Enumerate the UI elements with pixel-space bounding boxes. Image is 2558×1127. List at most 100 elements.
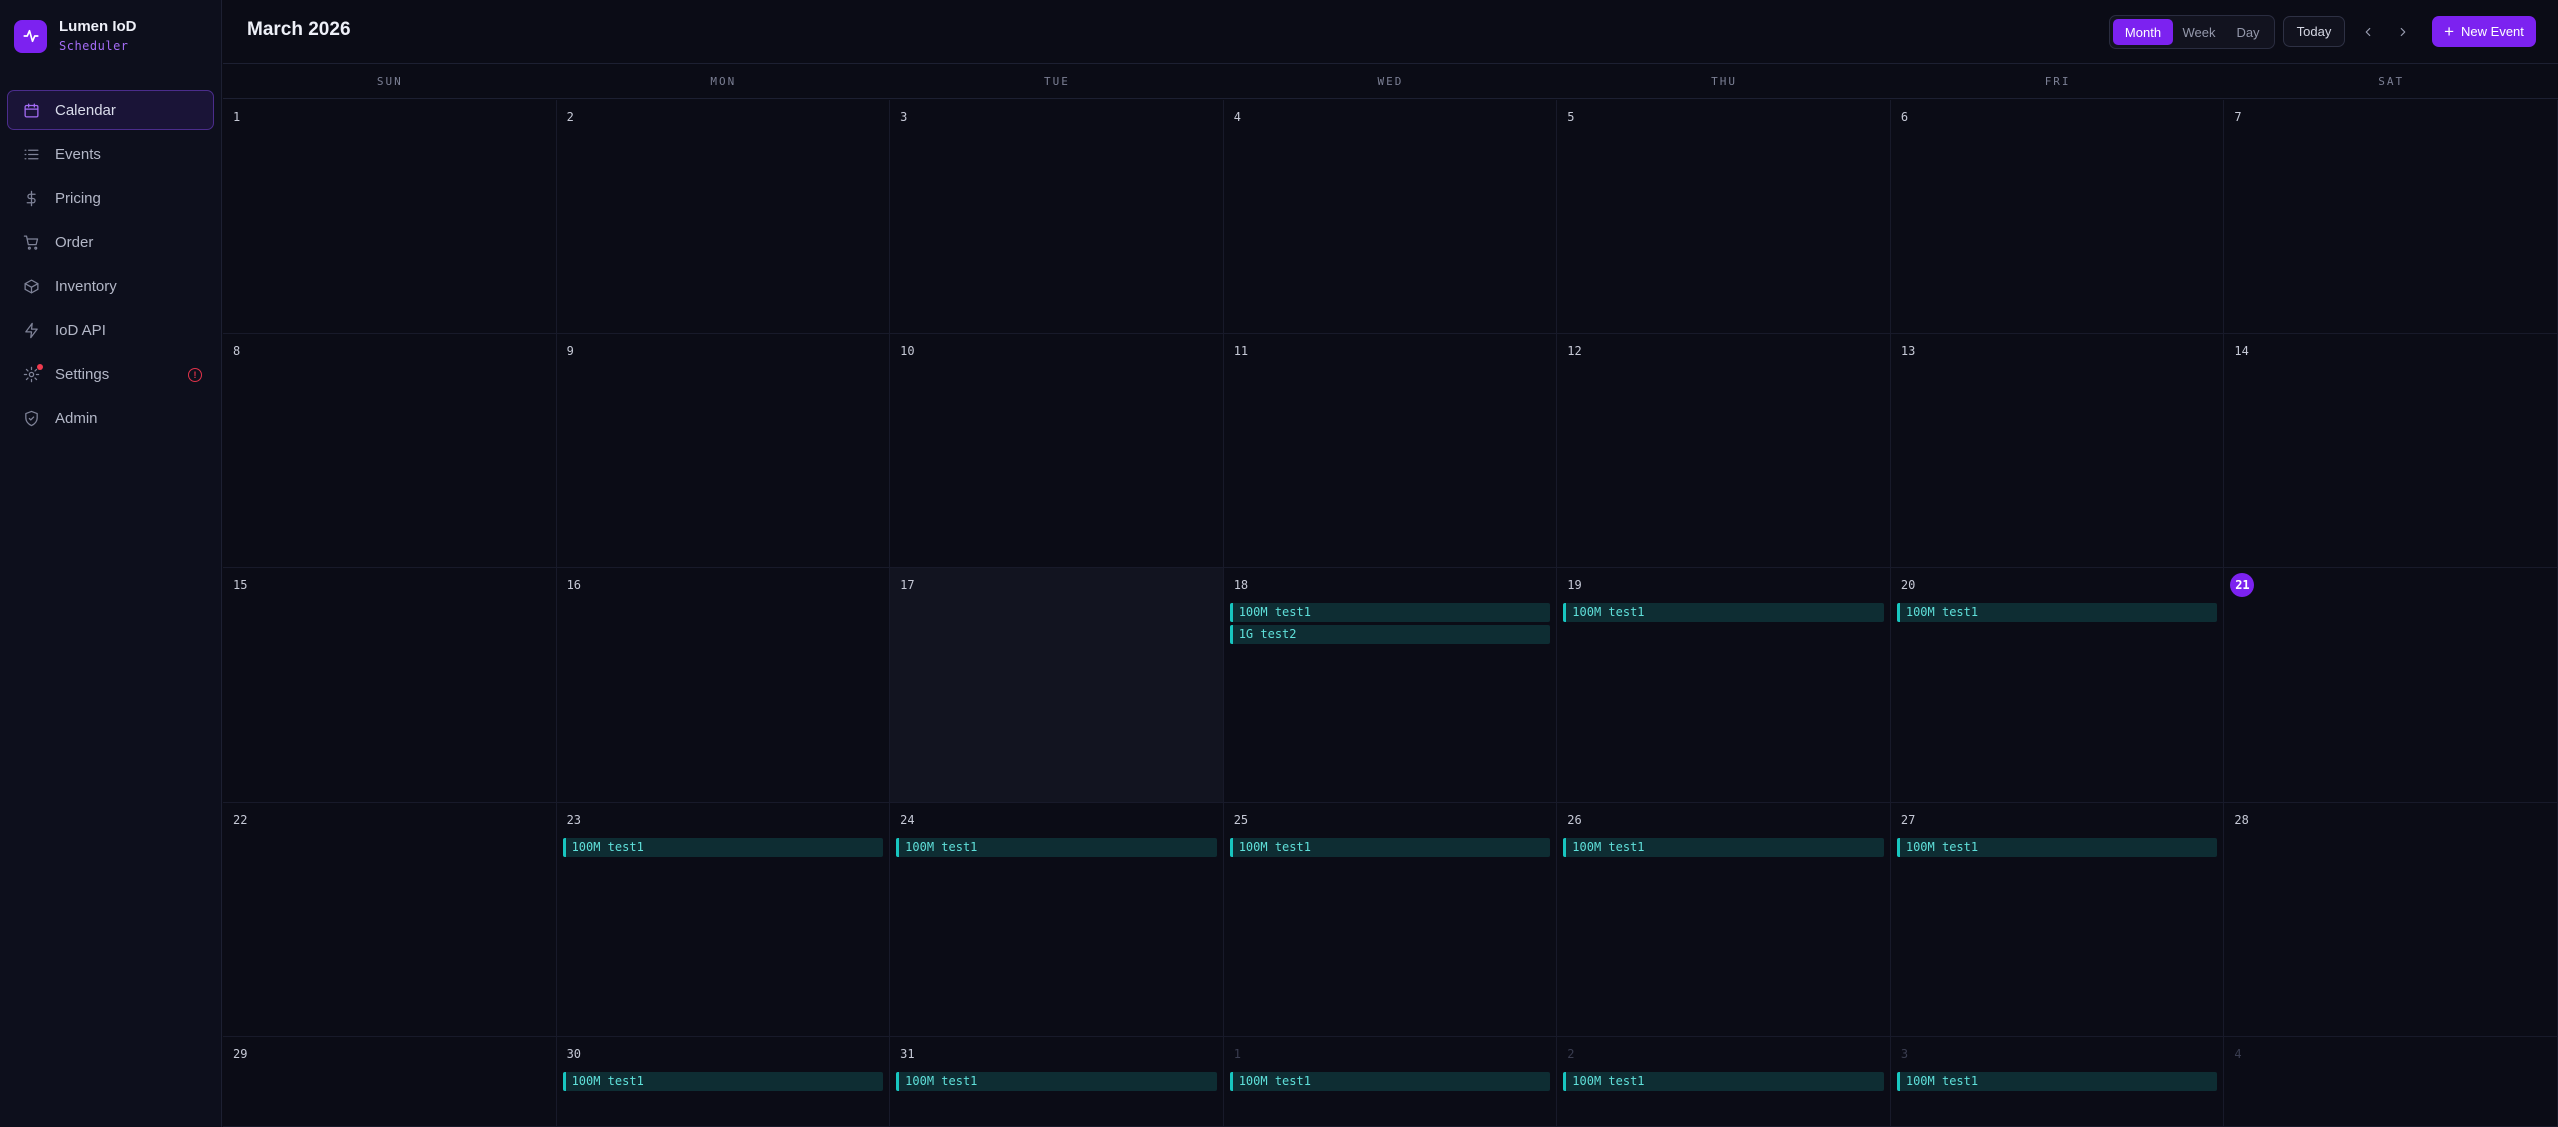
sidebar-item-iod-api[interactable]: IoD API (7, 310, 214, 350)
plus-icon: + (2444, 22, 2455, 41)
sidebar-item-pricing[interactable]: Pricing (7, 178, 214, 218)
day-cell[interactable]: 12 (1557, 334, 1891, 568)
day-cell[interactable]: 22 (223, 803, 557, 1037)
weekday-label: MON (710, 75, 737, 88)
event-chip[interactable]: 100M test1 (1229, 603, 1551, 622)
view-week-button[interactable]: Week (2173, 19, 2225, 45)
event-chip[interactable]: 100M test1 (1229, 1072, 1551, 1091)
day-number: 28 (2234, 813, 2249, 827)
day-cell[interactable]: 3 100M test1 (1890, 1037, 2225, 1127)
day-cell[interactable]: 15 (223, 568, 557, 803)
day-cell[interactable]: 14 (2224, 334, 2558, 568)
day-cell[interactable]: 24 100M test1 (890, 803, 1224, 1037)
day-cell[interactable]: 7 (2224, 100, 2558, 334)
day-cell[interactable]: 16 (556, 568, 891, 803)
activity-icon (14, 19, 47, 53)
day-number: 8 (233, 344, 241, 358)
event-chip[interactable]: 100M test1 (562, 838, 884, 857)
day-cell[interactable]: 6 (1890, 100, 2225, 334)
event-chip[interactable]: 100M test1 (1896, 1072, 2218, 1091)
sidebar-item-label: Settings (55, 365, 110, 383)
day-cell[interactable]: 27 100M test1 (1890, 803, 2225, 1037)
day-number: 5 (1567, 110, 1575, 124)
bolt-icon (21, 320, 41, 340)
day-cell[interactable]: 20 100M test1 (1890, 568, 2225, 803)
new-event-button[interactable]: + New Event (2432, 16, 2536, 47)
sidebar: Lumen IoD Scheduler Calendar Events Pric… (0, 0, 222, 1127)
event-chip[interactable]: 100M test1 (896, 838, 1217, 857)
brand[interactable]: Lumen IoD Scheduler (14, 18, 137, 54)
alert-icon: ! (188, 368, 202, 382)
day-cell[interactable]: 4 (2224, 1037, 2558, 1127)
day-number: 4 (1233, 110, 1241, 124)
weekday-header: SUN MON TUE WED THU FRI SAT (223, 65, 2558, 99)
event-chip[interactable]: 100M test1 (1563, 603, 1884, 622)
weekday-label: SAT (2378, 75, 2405, 88)
event-chip[interactable]: 100M test1 (1896, 838, 2218, 857)
day-cell[interactable]: 2 (556, 100, 891, 334)
event-chip[interactable]: 100M test1 (1563, 1072, 1884, 1091)
day-number: 29 (233, 1047, 248, 1061)
box-icon (21, 276, 41, 296)
day-cell[interactable]: 26 100M test1 (1557, 803, 1891, 1037)
event-chip[interactable]: 100M test1 (1896, 603, 2218, 622)
weekday-label: SUN (376, 75, 403, 88)
day-cell[interactable]: 25 100M test1 (1223, 803, 1558, 1037)
sidebar-item-calendar[interactable]: Calendar (7, 90, 214, 130)
day-number: 16 (566, 578, 582, 592)
day-cell[interactable]: 11 (1223, 334, 1558, 568)
day-number: 30 (566, 1047, 582, 1061)
dollar-icon (21, 188, 41, 208)
calendar-grid: 1 2 3 4 5 6 7 8 9 10 11 12 13 14 15 16 17 18 100M test1 1G … (223, 100, 2558, 1127)
day-cell[interactable]: 17 (890, 568, 1224, 803)
day-number: 12 (1567, 344, 1582, 358)
today-button[interactable]: Today (2283, 16, 2345, 47)
day-cell[interactable]: 30 100M test1 (556, 1037, 891, 1127)
day-cell[interactable]: 2 100M test1 (1557, 1037, 1891, 1127)
sidebar-item-order[interactable]: Order (7, 222, 214, 262)
sidebar-item-label: IoD API (55, 321, 106, 339)
day-cell[interactable]: 4 (1223, 100, 1558, 334)
event-chip[interactable]: 100M test1 (896, 1072, 1217, 1091)
day-cell[interactable]: 10 (890, 334, 1224, 568)
day-number: 9 (566, 344, 574, 358)
day-number: 25 (1233, 813, 1249, 827)
day-cell[interactable]: 18 100M test1 1G test2 (1223, 568, 1558, 803)
view-month-button[interactable]: Month (2113, 19, 2173, 45)
sidebar-item-settings[interactable]: Settings ! (7, 354, 214, 394)
day-cell[interactable]: 29 (223, 1037, 557, 1127)
sidebar-item-inventory[interactable]: Inventory (7, 266, 214, 306)
event-chip[interactable]: 100M test1 (562, 1072, 884, 1091)
event-chip[interactable]: 1G test2 (1229, 625, 1551, 644)
day-cell[interactable]: 13 (1890, 334, 2225, 568)
day-number: 22 (233, 813, 248, 827)
sidebar-item-events[interactable]: Events (7, 134, 214, 174)
day-cell[interactable]: 31 100M test1 (890, 1037, 1224, 1127)
day-number: 3 (900, 110, 908, 124)
day-cell[interactable]: 1 (223, 100, 557, 334)
calendar-icon (21, 100, 41, 120)
next-month-button[interactable] (2392, 21, 2414, 43)
event-chip[interactable]: 100M test1 (1229, 838, 1551, 857)
event-chip[interactable]: 100M test1 (1563, 838, 1884, 857)
day-cell[interactable]: 3 (890, 100, 1224, 334)
day-cell[interactable]: 23 100M test1 (556, 803, 891, 1037)
sidebar-item-admin[interactable]: Admin (7, 398, 214, 438)
day-cell[interactable]: 28 (2224, 803, 2558, 1037)
day-cell[interactable]: 9 (556, 334, 891, 568)
day-cell[interactable]: 19 100M test1 (1557, 568, 1891, 803)
day-cell[interactable]: 5 (1557, 100, 1891, 334)
day-cell[interactable]: 8 (223, 334, 557, 568)
brand-name: Lumen IoD (59, 18, 137, 35)
page-title: March 2026 (247, 19, 351, 40)
view-day-button[interactable]: Day (2225, 19, 2271, 45)
day-number: 1 (1233, 1047, 1241, 1061)
day-number: 7 (2234, 110, 2242, 124)
day-cell[interactable]: 21 (2224, 568, 2558, 803)
sidebar-item-label: Pricing (55, 189, 101, 207)
day-cell[interactable]: 1 100M test1 (1223, 1037, 1558, 1127)
cart-icon (21, 232, 41, 252)
today-badge: 21 (2230, 573, 2255, 597)
prev-month-button[interactable] (2357, 21, 2379, 43)
day-number: 14 (2234, 344, 2249, 358)
